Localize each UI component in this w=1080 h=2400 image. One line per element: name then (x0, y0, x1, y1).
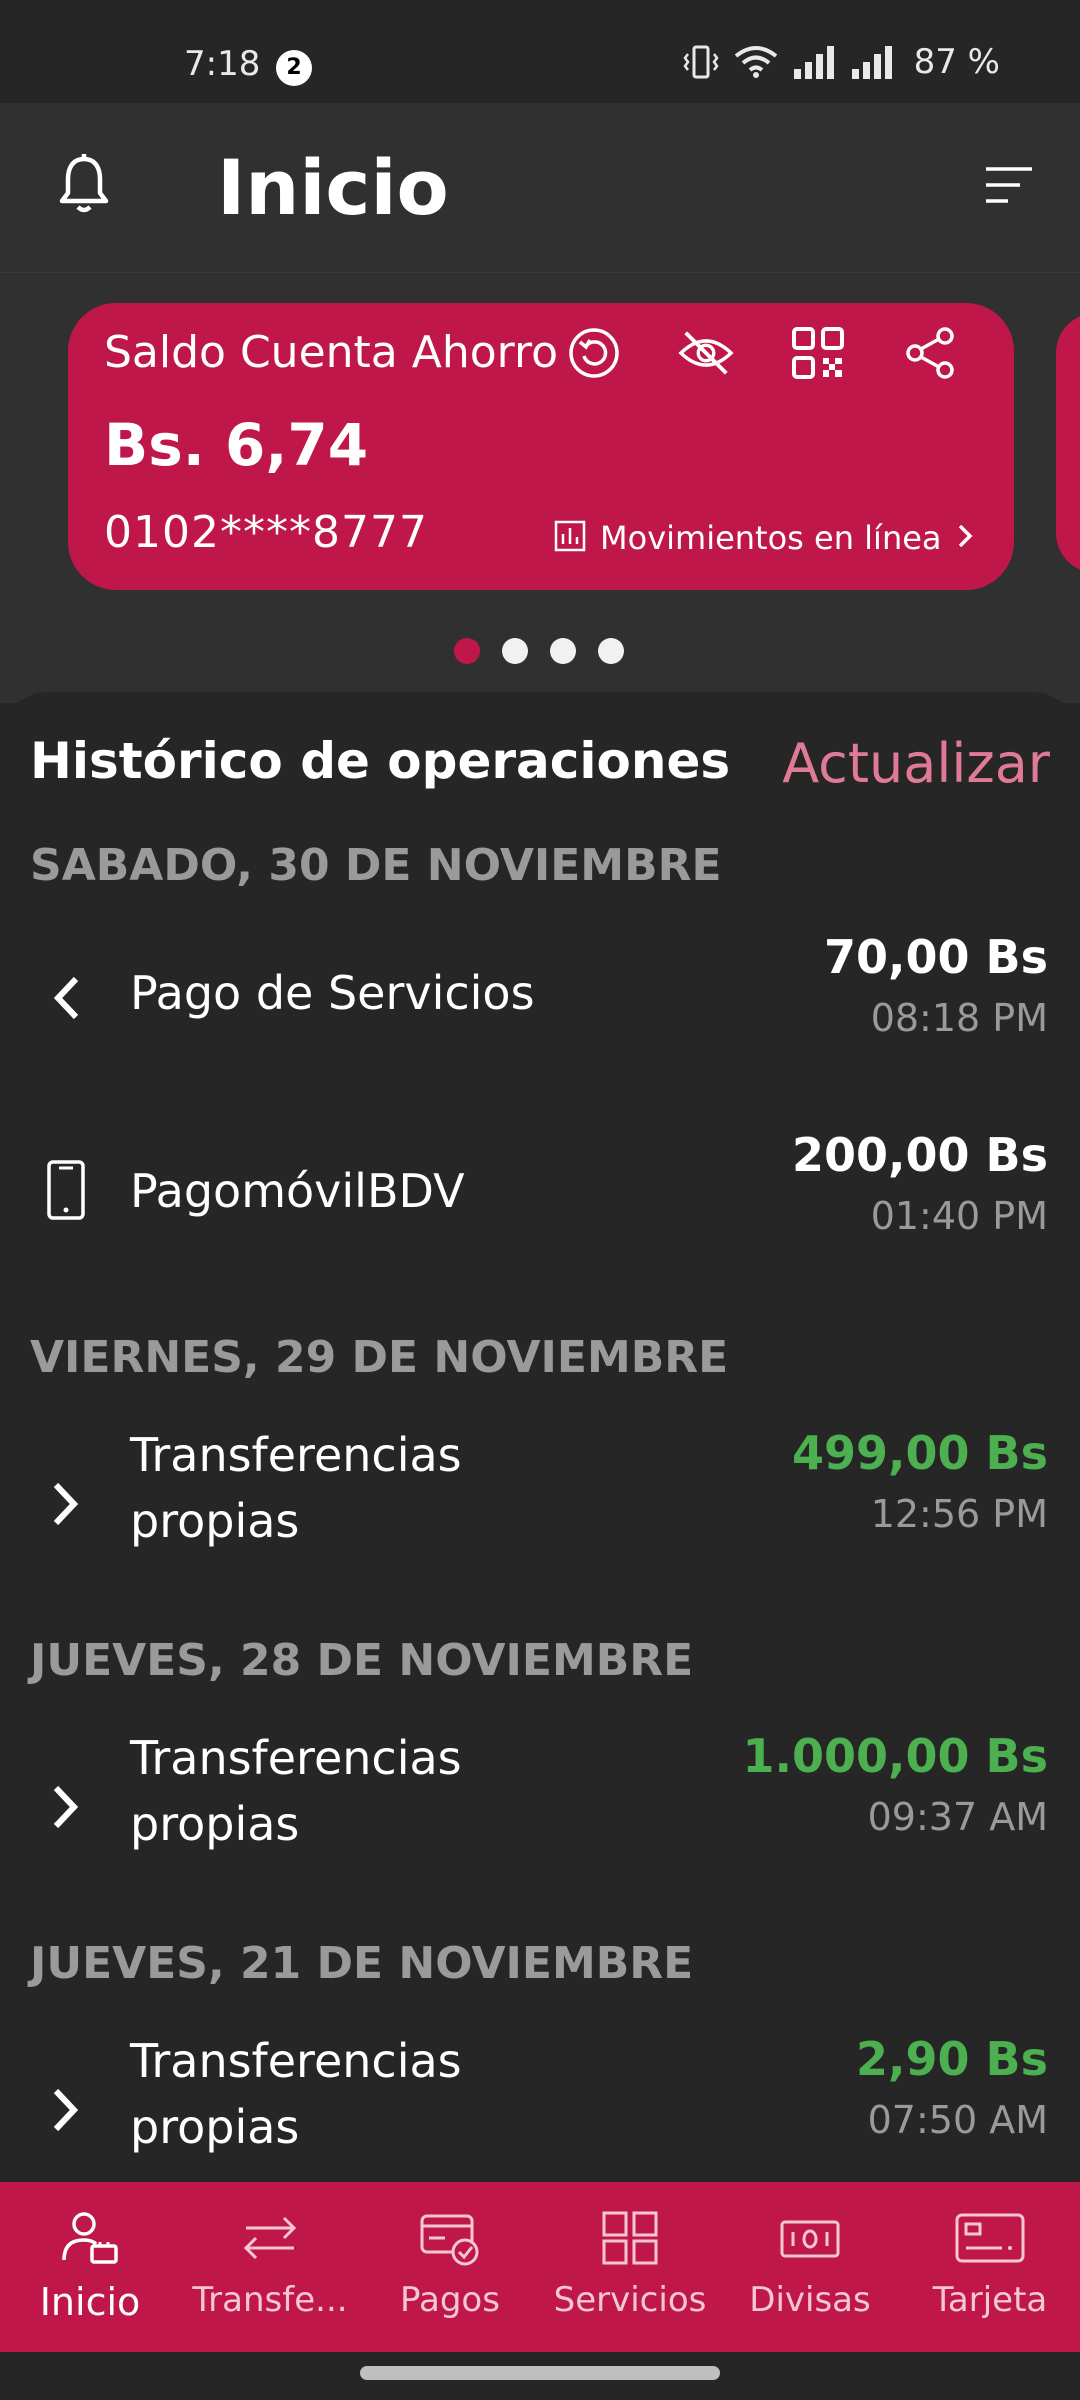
account-carousel[interactable]: Saldo Cuenta Ahorro Bs. 6,74 0102****877… (0, 273, 1080, 703)
transaction-name: PagomóvilBDV (130, 1164, 465, 1218)
account-card-title: Saldo Cuenta Ahorro (104, 327, 558, 378)
status-icons: 87 % (682, 42, 1000, 82)
chevron-left-icon (38, 966, 94, 1030)
share-icon[interactable] (902, 325, 958, 381)
pager-dot[interactable] (502, 638, 528, 664)
page-title: Inicio (217, 143, 449, 232)
transaction-time: 09:37 AM (867, 1795, 1048, 1839)
phone-icon (38, 1158, 94, 1222)
qr-code-icon[interactable] (790, 325, 846, 381)
nav-item-tarjeta[interactable]: Tarjeta (900, 2182, 1080, 2352)
notification-count-badge: 2 (276, 50, 312, 86)
pager-dot[interactable] (550, 638, 576, 664)
nav-item-inicio[interactable]: Inicio (0, 2182, 180, 2352)
transfer-arrows-icon (240, 2210, 300, 2266)
transaction-amount: 70,00 Bs (824, 930, 1048, 984)
app-header: Inicio (0, 103, 1080, 273)
transaction-time: 12:56 PM (870, 1492, 1048, 1536)
chevron-right-icon (956, 522, 974, 554)
date-header: VIERNES, 29 DE NOVIEMBRE (30, 1332, 729, 1383)
account-number: 0102****8777 (104, 507, 428, 558)
status-bar: 7:18 2 87 % (0, 0, 1080, 103)
date-header: JUEVES, 28 DE NOVIEMBRE (30, 1635, 694, 1686)
vibrate-icon (682, 44, 720, 80)
signal-icon-1 (792, 45, 836, 79)
nav-label: Inicio (39, 2280, 141, 2324)
transaction-name: Pago de Servicios (130, 966, 535, 1020)
wifi-icon (734, 44, 778, 80)
refresh-history-button[interactable]: Actualizar (782, 732, 1050, 795)
transaction-time: 08:18 PM (870, 996, 1048, 1040)
next-account-card[interactable] (1056, 313, 1080, 573)
nav-label: Servicios (553, 2280, 707, 2320)
transaction-amount: 2,90 Bs (856, 2032, 1048, 2086)
chevron-right-icon (38, 1775, 94, 1839)
currency-note-icon (779, 2210, 841, 2266)
transaction-row[interactable]: Transferencias propias 499,00 Bs 12:56 P… (0, 1422, 1080, 1572)
account-card-actions (566, 325, 958, 381)
bottom-navigation: Inicio Transfe... Pagos Servicios Divisa… (0, 2182, 1080, 2352)
eye-off-icon[interactable] (678, 325, 734, 381)
transaction-name: Transferencias propias (130, 1428, 462, 1548)
nav-item-divisas[interactable]: Divisas (720, 2182, 900, 2352)
nav-item-transferencias[interactable]: Transfe... (180, 2182, 360, 2352)
filter-menu-icon[interactable] (984, 165, 1034, 209)
date-header: JUEVES, 21 DE NOVIEMBRE (30, 1938, 694, 1989)
home-gesture-bar[interactable] (360, 2366, 720, 2380)
battery-level: 87 % (913, 42, 1000, 82)
user-home-icon (60, 2210, 120, 2266)
account-card[interactable]: Saldo Cuenta Ahorro Bs. 6,74 0102****877… (68, 303, 1014, 590)
grid-icon (601, 2210, 659, 2266)
transaction-row[interactable]: Pago de Servicios 70,00 Bs 08:18 PM (0, 930, 1080, 1080)
nav-item-pagos[interactable]: Pagos (360, 2182, 540, 2352)
card-icon (954, 2210, 1026, 2266)
status-time: 7:18 (184, 44, 261, 84)
nav-label: Transfe... (192, 2280, 348, 2320)
transaction-row[interactable]: Transferencias propias 2,90 Bs 07:50 AM (0, 2028, 1080, 2178)
online-movements-link[interactable]: Movimientos en línea (554, 519, 974, 557)
transaction-time: 07:50 AM (867, 2098, 1048, 2142)
nav-label: Pagos (400, 2280, 500, 2320)
transaction-amount: 1.000,00 Bs (742, 1729, 1048, 1783)
transaction-time: 01:40 PM (870, 1194, 1048, 1238)
bar-chart-icon (554, 520, 586, 556)
signal-icon-2 (850, 45, 894, 79)
operations-history: Histórico de operaciones Actualizar SABA… (0, 692, 1080, 2182)
refresh-icon[interactable] (566, 325, 622, 381)
nav-label: Tarjeta (932, 2280, 1048, 2320)
nav-label: Divisas (749, 2280, 871, 2320)
transaction-name: Transferencias propias (130, 1731, 462, 1851)
pager-dot[interactable] (454, 638, 480, 664)
chevron-right-icon (38, 1472, 94, 1536)
transaction-amount: 499,00 Bs (792, 1426, 1048, 1480)
nav-item-servicios[interactable]: Servicios (540, 2182, 720, 2352)
online-movements-label: Movimientos en línea (600, 519, 942, 557)
pager-dot[interactable] (598, 638, 624, 664)
transaction-row[interactable]: Transferencias propias 1.000,00 Bs 09:37… (0, 1725, 1080, 1875)
chevron-right-icon (38, 2078, 94, 2142)
bell-icon[interactable] (56, 153, 112, 221)
carousel-pager (454, 638, 624, 664)
card-check-icon (419, 2210, 481, 2266)
history-title: Histórico de operaciones (30, 732, 731, 790)
transaction-amount: 200,00 Bs (792, 1128, 1048, 1182)
date-header: SABADO, 30 DE NOVIEMBRE (30, 840, 722, 891)
transaction-row[interactable]: PagomóvilBDV 200,00 Bs 01:40 PM (0, 1128, 1080, 1278)
account-balance: Bs. 6,74 (104, 411, 369, 479)
transaction-name: Transferencias propias (130, 2034, 462, 2154)
